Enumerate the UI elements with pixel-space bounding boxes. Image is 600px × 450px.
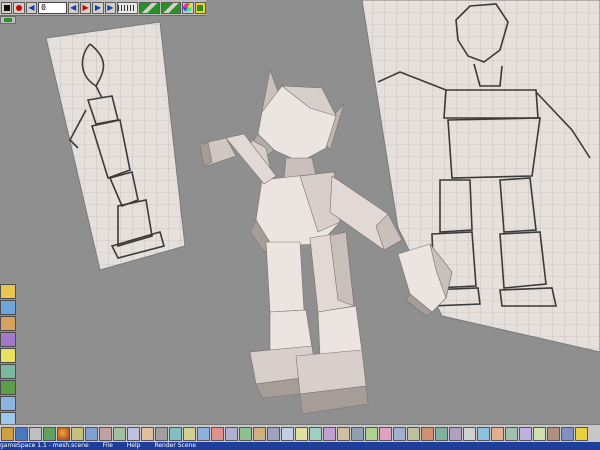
- application-window: ◀ 0 ◀ ▶ ▶ ▶ gameSpace 1.1 - mesh.scene F…: [0, 0, 600, 450]
- tools-icon[interactable]: [253, 426, 266, 441]
- terrain-icon[interactable]: [0, 380, 16, 395]
- tools-icon[interactable]: [85, 426, 98, 441]
- camera-icon[interactable]: [0, 364, 16, 379]
- track-button-2[interactable]: [160, 1, 182, 14]
- layer-icon[interactable]: [0, 284, 16, 299]
- tools-icon[interactable]: [393, 426, 406, 441]
- animation-toolbar: ◀ 0 ◀ ▶ ▶ ▶: [0, 0, 206, 16]
- tools-icon[interactable]: [407, 426, 420, 441]
- tools-icon[interactable]: [113, 426, 126, 441]
- view-options-button[interactable]: [0, 16, 16, 24]
- app-title: gameSpace 1.1 - mesh.scene: [0, 442, 89, 449]
- play-button[interactable]: ▶: [79, 1, 92, 14]
- light-icon[interactable]: [0, 348, 16, 363]
- step-back-button[interactable]: ◀: [67, 1, 79, 14]
- object-palette: [0, 284, 17, 443]
- tools-icon[interactable]: [379, 426, 392, 441]
- stop-button[interactable]: [1, 1, 13, 14]
- timeline-icon: [118, 4, 137, 11]
- object-icon[interactable]: [0, 300, 16, 315]
- fast-forward-icon: ▶: [107, 2, 114, 12]
- render-settings-icon: [197, 4, 204, 11]
- tools-icon[interactable]: [337, 426, 350, 441]
- tools-icon[interactable]: [169, 426, 182, 441]
- tools-icon[interactable]: [211, 426, 224, 441]
- frame-number-field[interactable]: 0: [38, 1, 67, 14]
- step-back-icon: ◀: [70, 2, 77, 12]
- record-button[interactable]: [13, 1, 25, 14]
- rewind-button[interactable]: ◀: [25, 1, 38, 14]
- render-settings-button[interactable]: [194, 1, 206, 14]
- step-forward-icon: ▶: [94, 2, 102, 12]
- tools-icon[interactable]: [295, 426, 308, 441]
- browser-icon[interactable]: [15, 426, 28, 441]
- tools-icon[interactable]: [183, 426, 196, 441]
- tools-icon[interactable]: [365, 426, 378, 441]
- color-wheel-button[interactable]: [182, 1, 194, 14]
- 3d-viewport[interactable]: [0, 0, 600, 450]
- tools-icon[interactable]: [561, 426, 574, 441]
- tools-icon[interactable]: [449, 426, 462, 441]
- tools-icon[interactable]: [197, 426, 210, 441]
- step-forward-button[interactable]: ▶: [92, 1, 104, 14]
- tools-icon[interactable]: [477, 426, 490, 441]
- tools-icon[interactable]: [519, 426, 532, 441]
- tools-icon[interactable]: [435, 426, 448, 441]
- sphere-icon[interactable]: [57, 426, 70, 441]
- rewind-icon: ◀: [28, 2, 35, 12]
- pen-icon[interactable]: [29, 426, 42, 441]
- tools-icon[interactable]: [505, 426, 518, 441]
- menu-file[interactable]: File: [103, 442, 113, 450]
- track-button-1[interactable]: [138, 1, 160, 14]
- timeline-button[interactable]: [117, 1, 138, 14]
- tools-icon[interactable]: [127, 426, 140, 441]
- tools-icon[interactable]: [463, 426, 476, 441]
- view-options-icon: [4, 18, 12, 22]
- record-icon: [16, 4, 23, 11]
- tools-icon[interactable]: [99, 426, 112, 441]
- tools-icon[interactable]: [351, 426, 364, 441]
- color-wheel-icon: [183, 3, 193, 12]
- tools-icon[interactable]: [155, 426, 168, 441]
- bottom-toolbar: [0, 424, 600, 442]
- tools-icon[interactable]: [421, 426, 434, 441]
- help-icon[interactable]: [575, 426, 588, 441]
- scene-icon[interactable]: [0, 396, 16, 411]
- tools-icon[interactable]: [323, 426, 336, 441]
- tools-icon[interactable]: [547, 426, 560, 441]
- start-icon[interactable]: [1, 426, 14, 441]
- tools-icon[interactable]: [141, 426, 154, 441]
- status-bar: gameSpace 1.1 - mesh.scene File Help Ren…: [0, 442, 600, 450]
- mode-label: Render Scene: [154, 442, 197, 449]
- tools-icon[interactable]: [491, 426, 504, 441]
- tools-icon[interactable]: [239, 426, 252, 441]
- stop-icon: [3, 4, 10, 11]
- tools-icon[interactable]: [267, 426, 280, 441]
- fast-forward-button[interactable]: ▶: [104, 1, 116, 14]
- play-icon: ▶: [82, 2, 89, 12]
- brush-icon[interactable]: [71, 426, 84, 441]
- tools-icon[interactable]: [225, 426, 238, 441]
- menu-help[interactable]: Help: [127, 442, 141, 450]
- texture-icon[interactable]: [0, 332, 16, 347]
- tools-icon[interactable]: [281, 426, 294, 441]
- tools-icon[interactable]: [533, 426, 546, 441]
- material-icon[interactable]: [0, 316, 16, 331]
- tools-icon[interactable]: [309, 426, 322, 441]
- paint-icon[interactable]: [43, 426, 56, 441]
